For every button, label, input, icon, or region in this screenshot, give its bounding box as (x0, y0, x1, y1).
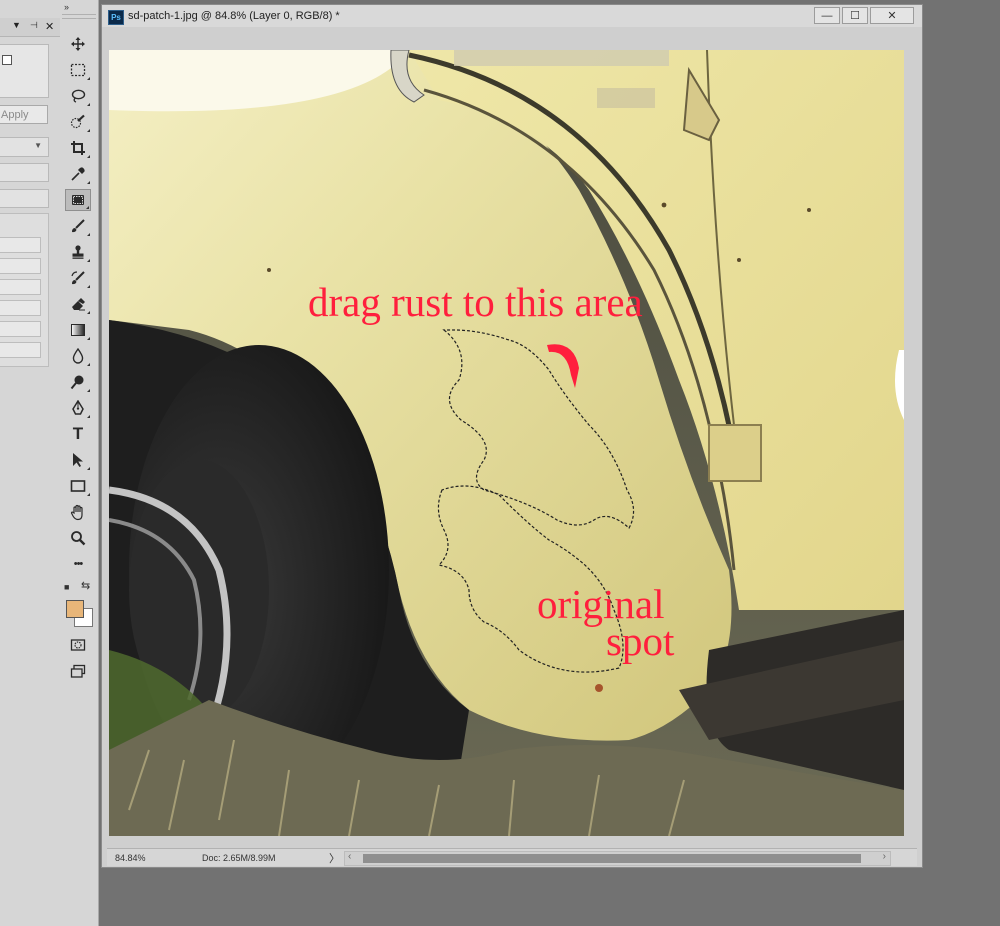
options-group (0, 44, 49, 98)
scroll-left-icon[interactable]: ‹ (348, 851, 351, 862)
chevron-down-icon[interactable]: ▼ (12, 20, 21, 30)
document-titlebar[interactable]: Ps sd-patch-1.jpg @ 84.8% (Layer 0, RGB/… (102, 5, 922, 27)
foreground-color-swatch[interactable] (66, 600, 84, 618)
rectangle-icon[interactable] (65, 475, 91, 497)
options-list-row[interactable] (0, 321, 41, 337)
clone-stamp-icon[interactable] (65, 241, 91, 263)
hand-icon[interactable] (65, 501, 91, 523)
options-field[interactable] (0, 189, 49, 208)
blur-icon[interactable] (65, 345, 91, 367)
quick-mask-icon[interactable] (65, 634, 91, 656)
screen-mode-icon[interactable] (65, 660, 91, 682)
crop-icon[interactable] (65, 137, 91, 159)
options-list-row[interactable] (0, 258, 41, 274)
dodge-icon[interactable] (65, 371, 91, 393)
status-menu-arrow[interactable]: 〉 (329, 850, 340, 866)
tools-panel: ›› T ••• ■ ⇆ (60, 0, 99, 926)
dropdown-arrow-icon: ▼ (34, 141, 42, 150)
options-field[interactable] (0, 163, 49, 182)
pin-icon[interactable]: ⊣ (30, 20, 38, 31)
move-icon[interactable] (65, 33, 91, 55)
scrollbar-thumb[interactable] (363, 854, 861, 863)
options-list (0, 213, 49, 367)
collapse-panel-button[interactable]: ›› (64, 2, 69, 12)
close-button[interactable]: ✕ (870, 7, 914, 24)
photoshop-icon: Ps (108, 10, 124, 25)
scroll-right-icon[interactable]: › (883, 851, 886, 862)
image-canvas[interactable]: drag rust to this area original spot (109, 50, 904, 836)
options-list-row[interactable] (0, 237, 41, 253)
gradient-icon[interactable] (65, 319, 91, 341)
document-info: Doc: 2.65M/8.99M (202, 853, 276, 863)
status-bar: 84.84% Doc: 2.65M/8.99M 〉 ‹ › (107, 848, 917, 866)
more-tools-icon[interactable]: ••• (65, 553, 91, 575)
path-selection-icon[interactable] (65, 449, 91, 471)
annotation-spot: spot (606, 618, 675, 664)
document-window: Ps sd-patch-1.jpg @ 84.8% (Layer 0, RGB/… (101, 4, 923, 868)
options-dropdown[interactable]: ▼ (0, 137, 49, 157)
annotation-drag-rust: drag rust to this area (308, 279, 643, 325)
history-brush-icon[interactable] (65, 267, 91, 289)
tool-options-panel: ▼ ⊣ ✕ Apply ▼ (0, 0, 61, 926)
panel-grip[interactable] (62, 14, 96, 19)
brush-icon[interactable] (65, 215, 91, 237)
marquee-icon[interactable] (65, 59, 91, 81)
panel-close-button[interactable]: ✕ (45, 20, 54, 33)
option-checkbox[interactable] (2, 55, 12, 65)
patch-tool-icon[interactable] (65, 189, 91, 211)
type-icon[interactable]: T (65, 423, 91, 445)
options-list-row[interactable] (0, 279, 41, 295)
options-list-row[interactable] (0, 300, 41, 316)
lasso-icon[interactable] (65, 85, 91, 107)
quick-selection-icon[interactable] (65, 111, 91, 133)
maximize-button[interactable]: ☐ (842, 7, 868, 24)
swap-colors-icon[interactable]: ⇆ (81, 579, 90, 592)
apply-button[interactable]: Apply (0, 105, 48, 124)
zoom-level[interactable]: 84.84% (115, 853, 146, 863)
document-title: sd-patch-1.jpg @ 84.8% (Layer 0, RGB/8) … (128, 10, 340, 22)
options-list-row[interactable] (0, 342, 41, 358)
pen-icon[interactable] (65, 397, 91, 419)
minimize-button[interactable]: — (814, 7, 840, 24)
eraser-icon[interactable] (65, 293, 91, 315)
eyedropper-icon[interactable] (65, 163, 91, 185)
default-colors-icon[interactable]: ■ (64, 582, 69, 592)
horizontal-scrollbar[interactable]: ‹ › (344, 851, 891, 866)
truck-fender-photo (109, 50, 904, 836)
options-panel-header: ▼ ⊣ ✕ (0, 18, 60, 37)
zoom-icon[interactable] (65, 527, 91, 549)
